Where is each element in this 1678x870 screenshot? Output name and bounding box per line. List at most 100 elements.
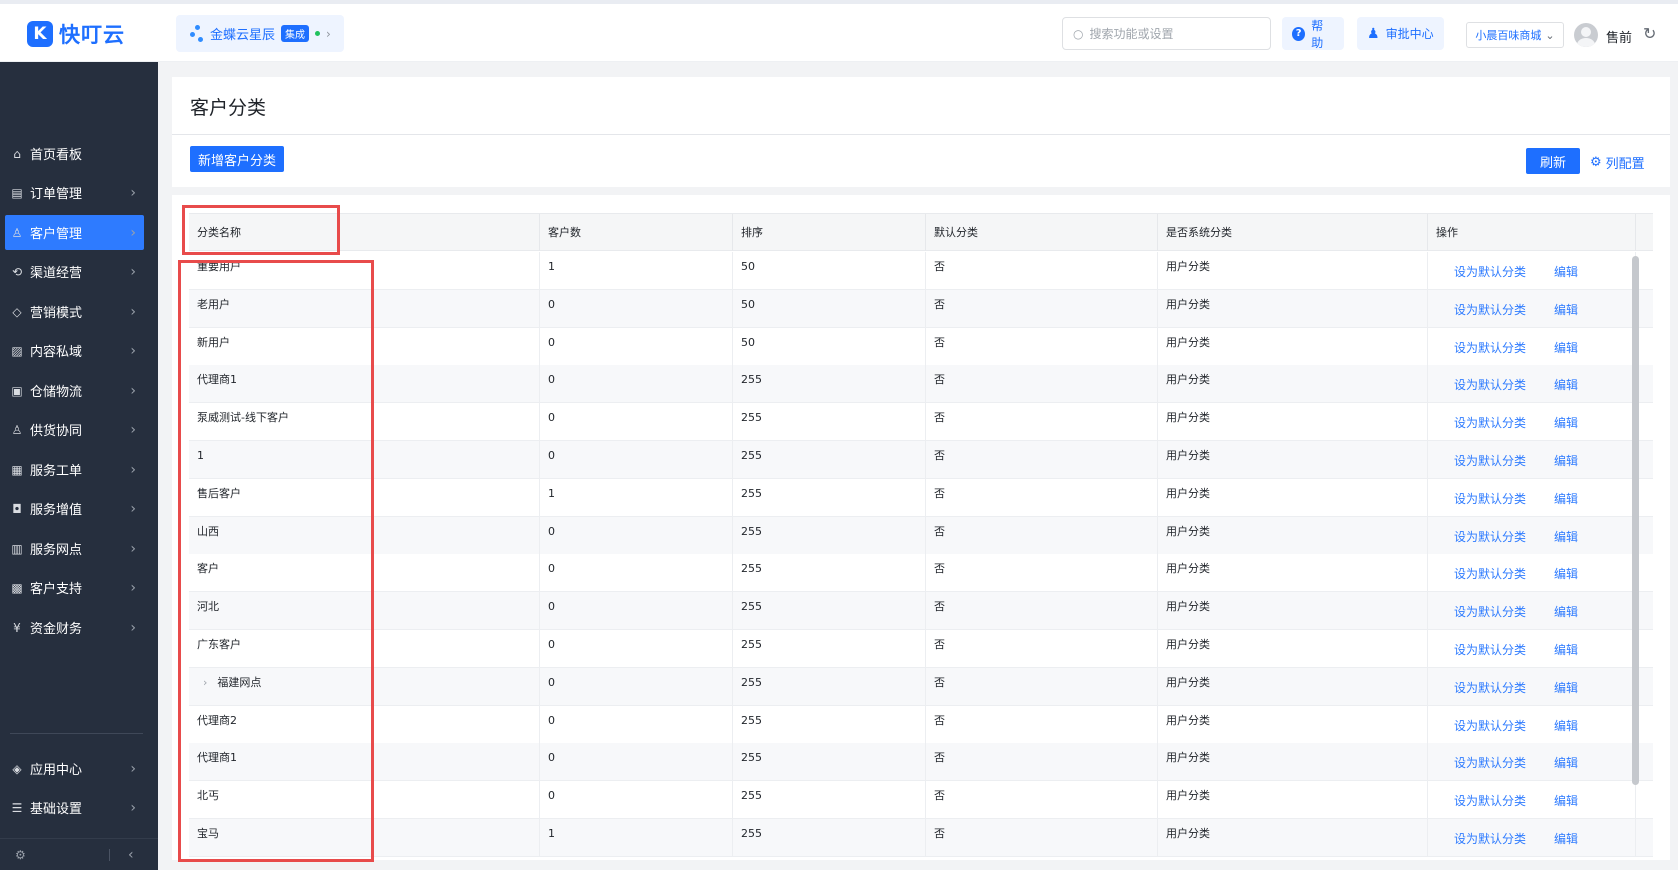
sidebar-item-0[interactable]: ⌂ 首页看板 xyxy=(5,136,144,171)
product-switcher[interactable]: 金蝶云星辰 集成 › xyxy=(176,15,344,52)
product-icon xyxy=(190,24,204,43)
cell-system-text: 用户分类 xyxy=(1166,411,1210,425)
cell-default-text: 否 xyxy=(934,297,945,311)
store-select[interactable]: 小晨百味商城 ⌄ xyxy=(1466,22,1564,48)
chevron-right-icon: › xyxy=(130,461,136,478)
table-row[interactable]: 新用户 0 50 否用户分类 设为默认分类 编辑 xyxy=(189,327,1653,366)
cell-actions: 设为默认分类 编辑 xyxy=(1428,819,1636,856)
add-customer-category-button[interactable]: 新增客户分类 xyxy=(190,146,284,172)
sidebar-item-2[interactable]: ♙ 客户管理 › xyxy=(5,215,144,250)
table-row[interactable]: 泵威测试-线下客户 0 255 否用户分类 设为默认分类 编辑 xyxy=(189,403,1653,442)
sidebar-bottom-item-0[interactable]: ◈ 应用中心 › xyxy=(5,751,144,786)
edit-link[interactable]: 编辑 xyxy=(1554,756,1578,770)
table-row[interactable]: 重要用户 1 50 否用户分类 设为默认分类 编辑 xyxy=(189,252,1653,290)
table-row[interactable]: › 福建网点 0 255 否用户分类 设为默认分类 编辑 xyxy=(189,667,1653,706)
table-row[interactable]: 北丐 0 255 否用户分类 设为默认分类 编辑 xyxy=(189,781,1653,820)
set-default-link[interactable]: 设为默认分类 xyxy=(1454,681,1526,695)
page-header-card: 客户分类 新增客户分类 刷新 ⚙ 列配置 xyxy=(172,77,1670,187)
sidebar-item-4[interactable]: ◇ 营销模式 › xyxy=(5,294,144,329)
cell-sort-text: 255 xyxy=(741,638,762,651)
integration-badge: 集成 xyxy=(281,25,310,42)
edit-link[interactable]: 编辑 xyxy=(1554,378,1578,392)
edit-link[interactable]: 编辑 xyxy=(1554,681,1578,695)
settings-icon[interactable]: ⚙ xyxy=(15,848,26,862)
table-row[interactable]: 广东客户 0 255 否用户分类 设为默认分类 编辑 xyxy=(189,630,1653,668)
edit-link[interactable]: 编辑 xyxy=(1554,530,1578,544)
sidebar-item-12[interactable]: ¥ 资金财务 › xyxy=(5,610,144,645)
table-row[interactable]: 河北 0 255 否用户分类 设为默认分类 编辑 xyxy=(189,592,1653,631)
table-row[interactable]: 客户 0 255 否用户分类 设为默认分类 编辑 xyxy=(189,554,1653,593)
edit-link[interactable]: 编辑 xyxy=(1554,341,1578,355)
cell-actions: 设为默认分类 编辑 xyxy=(1428,289,1636,327)
set-default-link[interactable]: 设为默认分类 xyxy=(1454,265,1526,279)
edit-link[interactable]: 编辑 xyxy=(1554,832,1578,846)
edit-link[interactable]: 编辑 xyxy=(1554,719,1578,733)
search-input[interactable]: ○ 搜索功能或设置 xyxy=(1062,17,1271,50)
approval-center-button[interactable]: ♟ 审批中心 xyxy=(1357,17,1444,50)
edit-link[interactable]: 编辑 xyxy=(1554,303,1578,317)
sidebar-item-8[interactable]: ▦ 服务工单 › xyxy=(5,452,144,487)
cell-system-text: 用户分类 xyxy=(1166,827,1210,840)
app-logo[interactable]: K 快叮云 xyxy=(27,19,125,49)
sidebar-item-label: 应用中心 xyxy=(30,763,83,778)
set-default-link[interactable]: 设为默认分类 xyxy=(1454,416,1526,430)
set-default-link[interactable]: 设为默认分类 xyxy=(1454,530,1526,544)
sidebar-bottom-item-1[interactable]: ☰ 基础设置 › xyxy=(5,790,144,825)
column-header-count[interactable]: 客户数 xyxy=(540,214,733,251)
set-default-link[interactable]: 设为默认分类 xyxy=(1454,492,1526,506)
table-scrollbar[interactable] xyxy=(1632,256,1639,785)
sidebar-item-1[interactable]: ▤ 订单管理 › xyxy=(5,175,144,210)
set-default-link[interactable]: 设为默认分类 xyxy=(1454,756,1526,770)
edit-link[interactable]: 编辑 xyxy=(1554,567,1578,581)
table-row[interactable]: 售后客户 1 255 否用户分类 设为默认分类 编辑 xyxy=(189,478,1653,517)
sidebar-item-5[interactable]: ▨ 内容私域 › xyxy=(5,333,144,368)
table-row[interactable]: 代理商1 0 255 否用户分类 设为默认分类 编辑 xyxy=(189,365,1653,404)
edit-link[interactable]: 编辑 xyxy=(1554,643,1578,657)
edit-link[interactable]: 编辑 xyxy=(1554,794,1578,808)
table-row[interactable]: 代理商1 0 255 否用户分类 设为默认分类 编辑 xyxy=(189,743,1653,782)
set-default-link[interactable]: 设为默认分类 xyxy=(1454,378,1526,392)
cell-system: 用户分类 xyxy=(1158,441,1428,478)
sidebar-item-9[interactable]: ◘ 服务增值 › xyxy=(5,491,144,526)
edit-link[interactable]: 编辑 xyxy=(1554,605,1578,619)
table-row[interactable]: 1 0 255 否用户分类 设为默认分类 编辑 xyxy=(189,441,1653,479)
edit-link[interactable]: 编辑 xyxy=(1554,454,1578,468)
cell-system: 用户分类 xyxy=(1158,554,1428,592)
sidebar-item-6[interactable]: ▣ 仓储物流 › xyxy=(5,373,144,408)
set-default-link[interactable]: 设为默认分类 xyxy=(1454,719,1526,733)
avatar[interactable] xyxy=(1574,23,1598,47)
edit-link[interactable]: 编辑 xyxy=(1554,265,1578,279)
sidebar-item-label: 服务增值 xyxy=(30,503,83,518)
refresh-button[interactable]: 刷新 xyxy=(1526,148,1580,174)
sidebar-item-11[interactable]: ▩ 客户支持 › xyxy=(5,570,144,605)
table-row[interactable]: 代理商2 0 255 否用户分类 设为默认分类 编辑 xyxy=(189,705,1653,744)
column-config-button[interactable]: ⚙ 列配置 xyxy=(1590,153,1645,172)
set-default-link[interactable]: 设为默认分类 xyxy=(1454,643,1526,657)
refresh-icon[interactable]: ↻ xyxy=(1643,24,1656,43)
set-default-link[interactable]: 设为默认分类 xyxy=(1454,832,1526,846)
set-default-link[interactable]: 设为默认分类 xyxy=(1454,605,1526,619)
user-name[interactable]: 售前 xyxy=(1606,27,1632,46)
cell-default: 否 xyxy=(926,743,1158,781)
column-header-default[interactable]: 默认分类 xyxy=(926,214,1158,251)
set-default-link[interactable]: 设为默认分类 xyxy=(1454,567,1526,581)
help-button[interactable]: ? 帮助 xyxy=(1282,17,1344,50)
sidebar-item-3[interactable]: ⟲ 渠道经营 › xyxy=(5,254,144,289)
table-row[interactable]: 山西 0 255 否用户分类 设为默认分类 编辑 xyxy=(189,516,1653,555)
sidebar-item-10[interactable]: ▥ 服务网点 › xyxy=(5,531,144,566)
table-row[interactable]: 宝马 1 255 否用户分类 设为默认分类 编辑 xyxy=(189,819,1653,857)
set-default-link[interactable]: 设为默认分类 xyxy=(1454,303,1526,317)
cell-system: 用户分类 xyxy=(1158,327,1428,365)
set-default-link[interactable]: 设为默认分类 xyxy=(1454,341,1526,355)
edit-link[interactable]: 编辑 xyxy=(1554,416,1578,430)
chevron-right-icon: › xyxy=(130,263,136,280)
cell-count: 0 xyxy=(540,554,733,592)
column-header-system[interactable]: 是否系统分类 xyxy=(1158,214,1428,251)
column-header-sort[interactable]: 排序 xyxy=(733,214,926,251)
collapse-sidebar-icon[interactable]: ‹ xyxy=(128,847,134,863)
edit-link[interactable]: 编辑 xyxy=(1554,492,1578,506)
table-row[interactable]: 老用户 0 50 否用户分类 设为默认分类 编辑 xyxy=(189,289,1653,328)
set-default-link[interactable]: 设为默认分类 xyxy=(1454,454,1526,468)
sidebar-item-7[interactable]: ♙ 供货协同 › xyxy=(5,412,144,447)
set-default-link[interactable]: 设为默认分类 xyxy=(1454,794,1526,808)
